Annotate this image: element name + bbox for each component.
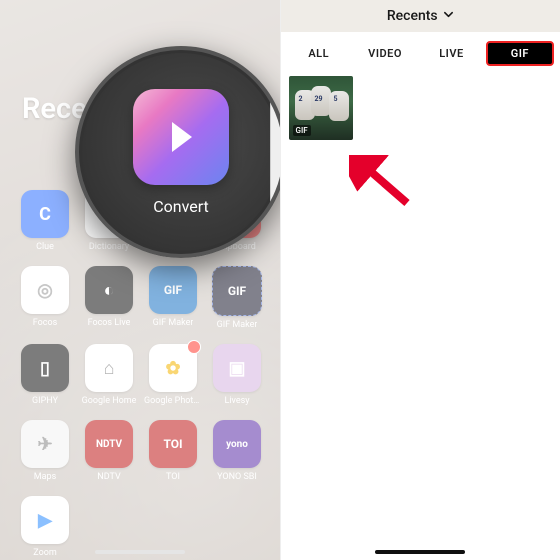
app-clue[interactable]: CClue (16, 190, 74, 252)
album-selector[interactable]: Recents (281, 0, 560, 32)
app-google-home[interactable]: ⌂Google Home (80, 344, 138, 406)
instruction-arrow-icon (349, 155, 419, 210)
chevron-down-icon (443, 8, 454, 24)
app-gif-maker-2[interactable]: GIFGIF Maker (208, 266, 266, 330)
convert-app-icon[interactable] (133, 89, 229, 185)
app-gif-maker-1[interactable]: GIFGIF Maker (144, 266, 202, 330)
app-focos[interactable]: ◎Focos (16, 266, 74, 330)
notification-badge (187, 340, 201, 354)
app-focos-live[interactable]: ◐Focos Live (80, 266, 138, 330)
gif-thumbnail[interactable]: 2 29 5 GIF (289, 76, 353, 140)
tab-live[interactable]: LIVE (419, 41, 483, 66)
app-zoom[interactable]: ▶Zoom (16, 496, 74, 558)
app-maps[interactable]: ✈Maps (16, 420, 74, 482)
play-chevron-icon (154, 110, 208, 164)
thumbnail-image: 2 29 5 (295, 86, 347, 126)
app-ndtv[interactable]: NDTVNDTV (80, 420, 138, 482)
adjacent-app-clip (270, 92, 281, 212)
tab-video[interactable]: VIDEO (353, 41, 417, 66)
home-indicator[interactable] (375, 550, 465, 554)
tab-gif[interactable]: GIF (486, 41, 554, 66)
media-picker-screen: Recents ALL VIDEO LIVE GIF 2 29 5 GIF (281, 0, 560, 560)
media-type-tabs: ALL VIDEO LIVE GIF (281, 32, 560, 72)
screenshot-container: Recently CClue ●Dictionary 📕Dictionary F… (0, 0, 560, 560)
app-google-photos[interactable]: ✿Google Photos (144, 344, 202, 406)
gif-badge: GIF (293, 125, 311, 136)
album-label: Recents (387, 8, 438, 24)
convert-app-label: Convert (153, 197, 209, 216)
zoom-lens: Convert (75, 46, 281, 258)
home-indicator[interactable] (95, 550, 185, 554)
app-yono-sbi[interactable]: yonoYONO SBI (208, 420, 266, 482)
app-livesy[interactable]: ▣Livesy (208, 344, 266, 406)
app-giphy[interactable]: ▯GIPHY (16, 344, 74, 406)
tab-all[interactable]: ALL (287, 41, 351, 66)
app-toi[interactable]: TOITOI (144, 420, 202, 482)
ios-home-screen: Recently CClue ●Dictionary 📕Dictionary F… (0, 0, 281, 560)
